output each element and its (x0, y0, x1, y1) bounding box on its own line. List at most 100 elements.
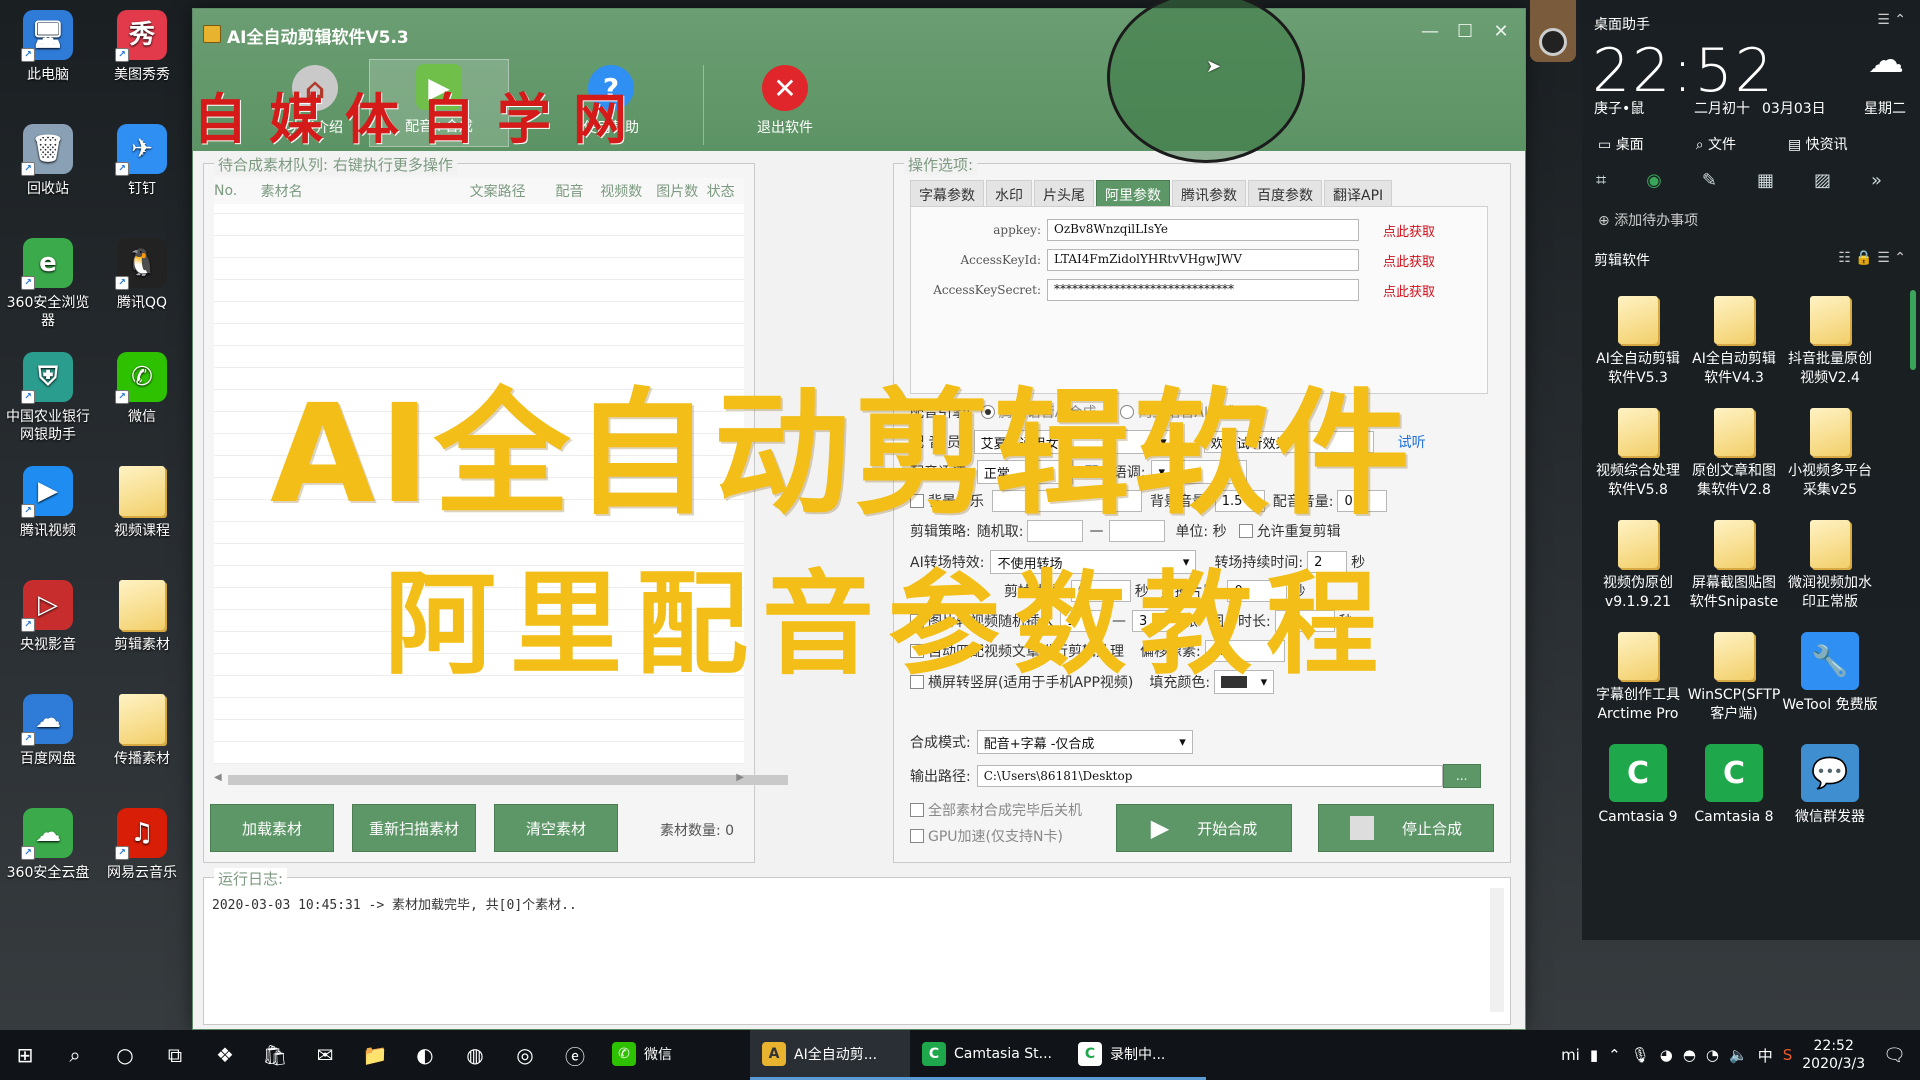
task-view-icon[interactable]: ⧉ (150, 1030, 200, 1080)
desktop-icon[interactable]: ▶ ↗ 腾讯视频 (2, 466, 94, 540)
chrome-icon[interactable]: ◎ (500, 1030, 550, 1080)
desktop-icon[interactable]: 🗑 ↗ 回收站 (2, 124, 94, 198)
volume-icon[interactable]: 🔈 (1729, 1046, 1748, 1064)
add-todo[interactable]: ⊕ 添加待办事项 (1598, 210, 1698, 230)
desktop-icon[interactable]: 🖥 ↗ 此电脑 (2, 10, 94, 84)
panel-item[interactable]: 💬 微信群发器 (1782, 744, 1878, 827)
battery-icon[interactable]: ▮ (1590, 1046, 1598, 1064)
section-tools-icon[interactable]: ☷ 🔒 ☰ ⌃ (1838, 250, 1906, 266)
desktop-icon[interactable]: ▷ ↗ 央视影音 (2, 580, 94, 654)
desktop-icon[interactable]: 🐧 ↗ 腾讯QQ (96, 238, 188, 312)
desktop-icon[interactable]: ♫ ↗ 网易云音乐 (96, 808, 188, 882)
app-pin-1-icon[interactable]: ❖ (200, 1030, 250, 1080)
col-script[interactable]: 文案路径 (470, 181, 556, 201)
desktop-icon[interactable]: ☁ ↗ 360安全云盘 (2, 808, 94, 882)
col-images[interactable]: 图片数 (656, 181, 706, 201)
desktop-icon[interactable]: ✈ ↗ 钉钉 (96, 124, 188, 198)
appkey-get-link[interactable]: 点此获取 (1383, 221, 1435, 240)
task-ai-edit[interactable]: A AI全自动剪... (750, 1030, 910, 1080)
panel-item[interactable]: 🔧 WeTool 免费版 (1782, 632, 1878, 724)
accesskeyid-get-link[interactable]: 点此获取 (1383, 251, 1435, 270)
store-icon[interactable]: 🛍 (250, 1030, 300, 1080)
task-camtasia[interactable]: C Camtasia St... (910, 1030, 1066, 1080)
crop-icon[interactable]: ⌗ (1596, 170, 1606, 191)
task-wechat[interactable]: ✆ 微信 (600, 1030, 750, 1080)
stop-compose-button[interactable]: 停止合成 (1318, 804, 1494, 852)
scroll-thumb[interactable] (228, 775, 788, 785)
exit-button[interactable]: ✕ 退出软件 (715, 59, 855, 147)
desktop-icon[interactable]: 视频课程 (96, 466, 188, 540)
accesskeyid-input[interactable]: LTAI4FmZidolYHRtvVHgwJWV (1047, 249, 1359, 271)
task-recording[interactable]: C 录制中... (1066, 1030, 1206, 1080)
col-status[interactable]: 状态 (707, 181, 744, 201)
panel-item[interactable]: C Camtasia 8 (1686, 744, 1782, 827)
panel-scrollbar[interactable] (1910, 290, 1916, 370)
start-windows-icon[interactable]: ⊞ (0, 1030, 50, 1080)
nav-news[interactable]: ▤ 快资讯 (1788, 134, 1848, 154)
panel-item[interactable]: WinSCP(SFTP客户端) (1686, 632, 1782, 724)
clear-material-button[interactable]: 清空素材 (494, 804, 618, 852)
scroll-left-icon[interactable]: ◀ (214, 772, 222, 783)
tray-clock[interactable]: 22:52 2020/3/3 (1802, 1037, 1865, 1073)
desktop-icon[interactable]: 剪辑素材 (96, 580, 188, 654)
load-material-button[interactable]: 加载素材 (210, 804, 334, 852)
col-videos[interactable]: 视频数 (600, 181, 656, 201)
browse-button[interactable]: ... (1442, 764, 1481, 788)
network-icon[interactable]: ◔ (1706, 1046, 1719, 1064)
panel-menu-icon[interactable]: ☰ ⌃ (1877, 12, 1906, 28)
panel-item[interactable]: AI全自动剪辑软件V4.3 (1686, 296, 1782, 388)
accesskeysecret-input[interactable]: ****************************** (1047, 279, 1359, 301)
minimize-icon[interactable]: — (1421, 21, 1439, 42)
maximize-icon[interactable]: ☐ (1457, 21, 1473, 42)
browser-360-icon[interactable]: ⓔ (550, 1030, 600, 1080)
desktop-icon[interactable]: ✆ ↗ 微信 (96, 352, 188, 426)
gpu-checkbox[interactable] (910, 829, 924, 843)
appkey-input[interactable]: OzBv8WnzqilLIsYe (1047, 219, 1359, 241)
panel-item[interactable]: 视频综合处理软件V5.8 (1590, 408, 1686, 500)
globe-icon[interactable]: ◍ (450, 1030, 500, 1080)
show-hidden-icon[interactable]: ⌃ (1608, 1046, 1621, 1064)
panel-item[interactable]: 字幕创作工具Arctime Pro (1590, 632, 1686, 724)
output-path-input[interactable]: C:\Users\86181\Desktop (976, 765, 1443, 787)
explorer-icon[interactable]: 📁 (350, 1030, 400, 1080)
mode-select[interactable]: 配音+字幕 -仅合成 ▾ (976, 730, 1193, 754)
shutdown-checkbox[interactable] (910, 803, 924, 817)
edit-icon[interactable]: ✎ (1702, 170, 1717, 191)
ime-indicator[interactable]: 中 (1758, 1045, 1773, 1066)
panel-item[interactable]: 小视频多平台采集v25 (1782, 408, 1878, 500)
notifications-icon[interactable]: 🗨 (1883, 1045, 1906, 1066)
nav-desktop[interactable]: ▭ 桌面 (1598, 134, 1644, 154)
desktop-icon[interactable]: ☁ ↗ 百度网盘 (2, 694, 94, 768)
mic-icon[interactable]: 🎙 (1631, 1046, 1650, 1064)
panel-item[interactable]: 微润视频加水印正常版 (1782, 520, 1878, 612)
accesskeysecret-get-link[interactable]: 点此获取 (1383, 281, 1435, 300)
log-scrollbar[interactable] (1490, 888, 1504, 1012)
col-name[interactable]: 素材名 (261, 181, 470, 201)
cortana-icon[interactable]: ○ (100, 1030, 150, 1080)
eye-icon[interactable]: ◉ (1646, 170, 1662, 191)
calculator-icon[interactable]: ▦ (1757, 170, 1774, 191)
nav-files[interactable]: ⌕ 文件 (1696, 134, 1736, 154)
scroll-right-icon[interactable]: ▶ (736, 772, 744, 783)
panel-item[interactable]: 视频伪原创v9.1.9.21 (1590, 520, 1686, 612)
queue-hscrollbar[interactable]: ◀ ▶ (214, 772, 788, 788)
close-icon[interactable]: ✕ (1493, 21, 1509, 42)
sogou-icon[interactable]: S (1783, 1046, 1793, 1064)
panel-item[interactable]: 原创文章和图集软件V2.8 (1686, 408, 1782, 500)
panel-item[interactable]: 抖音批量原创视频V2.4 (1782, 296, 1878, 388)
desktop-icon[interactable]: 传播素材 (96, 694, 188, 768)
col-dub[interactable]: 配音 (556, 181, 601, 201)
mail-icon[interactable]: ✉ (300, 1030, 350, 1080)
camera-icon[interactable] (1530, 0, 1576, 62)
desktop-icon[interactable]: ⛨ ↗ 中国农业银行网银助手 (2, 352, 94, 444)
search-icon[interactable]: ⌕ (50, 1030, 100, 1080)
rescan-material-button[interactable]: 重新扫描素材 (352, 804, 476, 852)
qq-tray-icon[interactable]: ◓ (1683, 1046, 1696, 1064)
app-pin-2-icon[interactable]: ◐ (400, 1030, 450, 1080)
panel-item[interactable]: AI全自动剪辑软件V5.3 (1590, 296, 1686, 388)
desktop-icon[interactable]: e ↗ 360安全浏览器 (2, 238, 94, 330)
panel-item[interactable]: 屏幕截图贴图软件Snipaste (1686, 520, 1782, 612)
more-icon[interactable]: » (1871, 170, 1882, 191)
start-compose-button[interactable]: ▶ 开始合成 (1116, 804, 1292, 852)
panel-item[interactable]: C Camtasia 9 (1590, 744, 1686, 827)
